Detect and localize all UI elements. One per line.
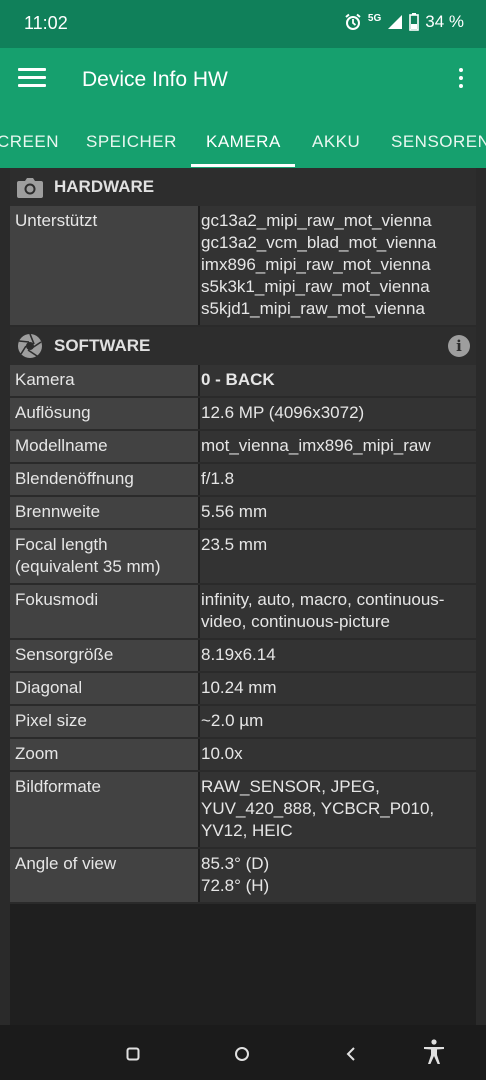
row-key: Brennweite (10, 497, 198, 528)
accessibility-icon[interactable] (423, 1039, 445, 1065)
info-row: Kamera 0 - BACK (10, 365, 476, 398)
row-key: Focal length (equivalent 35 mm) (10, 530, 198, 583)
aperture-icon (18, 333, 42, 358)
app-bar: Device Info HW (0, 48, 486, 112)
network-type: 5G (367, 12, 382, 24)
row-key: Angle of view (10, 849, 198, 902)
status-icons: 5G 34 % (344, 12, 464, 32)
tab-screen[interactable]: CREEN (0, 132, 59, 152)
row-value: infinity, auto, macro, continuous-video,… (200, 585, 476, 638)
back-icon[interactable] (345, 1046, 357, 1062)
info-icon[interactable]: i (448, 335, 470, 357)
row-key: Kamera (10, 365, 198, 396)
tab-indicator (191, 164, 295, 167)
home-icon[interactable] (234, 1046, 250, 1062)
info-row: Modellname mot_vienna_imx896_mipi_raw (10, 431, 476, 464)
row-key: Zoom (10, 739, 198, 770)
row-value: 12.6 MP (4096x3072) (200, 398, 476, 429)
tab-bar: CREEN SPEICHER KAMERA AKKU SENSOREN (0, 112, 486, 168)
row-value: 85.3° (D) 72.8° (H) (200, 849, 476, 902)
tab-sensoren[interactable]: SENSOREN (391, 132, 486, 152)
status-bar: 11:02 5G 34 % (0, 0, 486, 48)
row-key: Pixel size (10, 706, 198, 737)
software-title: SOFTWARE (54, 336, 151, 355)
row-value: 10.24 mm (200, 673, 476, 704)
battery-icon (409, 13, 420, 31)
recents-icon[interactable] (126, 1047, 140, 1061)
row-key: Blendenöffnung (10, 464, 198, 495)
row-value: 23.5 mm (200, 530, 476, 583)
hamburger-menu-icon[interactable] (18, 68, 46, 92)
row-key: Diagonal (10, 673, 198, 704)
system-nav-bar (0, 1025, 486, 1080)
info-row: Brennweite 5.56 mm (10, 497, 476, 530)
hardware-header: HARDWARE (10, 168, 476, 206)
tab-speicher[interactable]: SPEICHER (86, 132, 177, 152)
info-row: Bildformate RAW_SENSOR, JPEG, YUV_420_888… (10, 772, 476, 849)
more-vert-icon[interactable] (456, 68, 466, 92)
row-value: RAW_SENSOR, JPEG, YUV_420_888, YCBCR_P01… (200, 772, 476, 847)
alarm-icon (345, 13, 361, 30)
info-row: Sensorgröße 8.19x6.14 (10, 640, 476, 673)
row-value: mot_vienna_imx896_mipi_raw (200, 431, 476, 462)
row-value: 10.0x (200, 739, 476, 770)
software-rows: Kamera 0 - BACK Auflösung 12.6 MP (4096x30… (10, 365, 476, 904)
camera-panel: HARDWARE Unterstützt gc13a2_mipi_raw_mot… (10, 168, 476, 1025)
info-row: Unterstützt gc13a2_mipi_raw_mot_vienna g… (10, 206, 476, 327)
battery-level: 34 % (425, 12, 464, 31)
signal-icon (388, 15, 403, 29)
row-value: gc13a2_mipi_raw_mot_vienna gc13a2_vcm_bl… (200, 206, 476, 325)
row-key: Unterstützt (10, 206, 198, 325)
tab-kamera[interactable]: KAMERA (206, 132, 281, 152)
app-title: Device Info HW (82, 68, 228, 91)
row-key: Fokusmodi (10, 585, 198, 638)
software-header: SOFTWARE i (10, 327, 476, 365)
row-value: 8.19x6.14 (200, 640, 476, 671)
content-scroll[interactable]: HARDWARE Unterstützt gc13a2_mipi_raw_mot… (0, 168, 486, 1025)
info-row: Diagonal 10.24 mm (10, 673, 476, 706)
row-key: Auflösung (10, 398, 198, 429)
status-time: 11:02 (24, 13, 68, 33)
info-row: Focal length (equivalent 35 mm) 23.5 mm (10, 530, 476, 585)
info-row: Zoom 10.0x (10, 739, 476, 772)
row-key: Sensorgröße (10, 640, 198, 671)
row-value: 0 - BACK (200, 365, 476, 396)
row-key: Bildformate (10, 772, 198, 847)
row-key: Modellname (10, 431, 198, 462)
info-row: Blendenöffnung f/1.8 (10, 464, 476, 497)
info-row: Angle of view 85.3° (D) 72.8° (H) (10, 849, 476, 904)
info-row: Pixel size ~2.0 µm (10, 706, 476, 739)
info-row: Auflösung 12.6 MP (4096x3072) (10, 398, 476, 431)
tab-akku[interactable]: AKKU (312, 132, 360, 152)
row-value: 5.56 mm (200, 497, 476, 528)
info-row: Fokusmodi infinity, auto, macro, continuo… (10, 585, 476, 640)
row-value: ~2.0 µm (200, 706, 476, 737)
hardware-title: HARDWARE (54, 177, 155, 196)
camera-icon (17, 178, 43, 198)
row-value: f/1.8 (200, 464, 476, 495)
